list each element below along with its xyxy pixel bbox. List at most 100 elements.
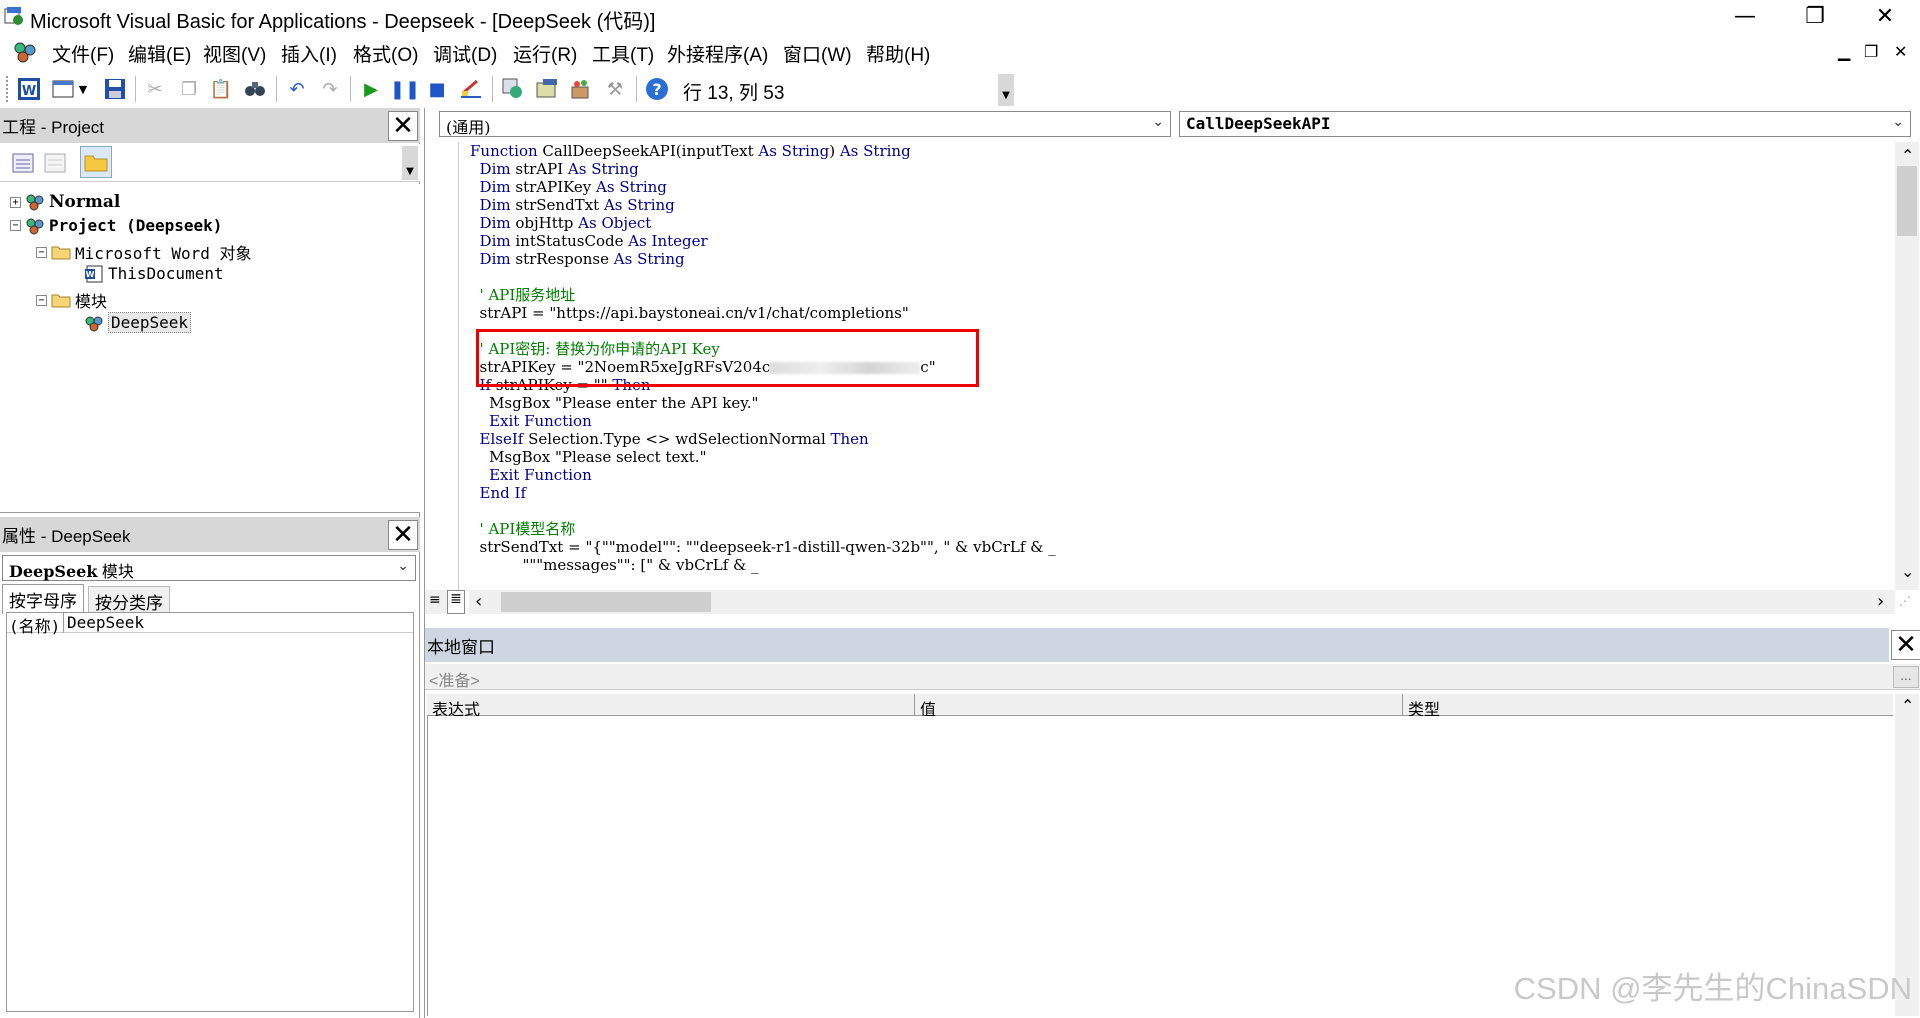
code-line[interactable]: """messages"": [" & vbCrLf & _ <box>470 556 1890 574</box>
break-icon[interactable]: ❚❚ <box>390 76 420 102</box>
expand-icon[interactable]: + <box>10 196 21 208</box>
code-line[interactable]: MsgBox "Please enter the API key." <box>470 394 1890 412</box>
view-object-icon[interactable] <box>42 150 68 176</box>
restore-button[interactable]: ❐ <box>1780 0 1850 34</box>
redo-icon[interactable]: ↷ <box>317 76 343 102</box>
properties-pane-close-button[interactable]: ✕ <box>388 520 418 550</box>
scroll-up-icon[interactable]: ⌃ <box>1901 146 1914 165</box>
code-line[interactable]: ' API模型名称 <box>470 520 1890 538</box>
resize-grip-icon[interactable]: ⋰ <box>1899 594 1911 608</box>
menu-format[interactable]: 格式(O) <box>353 40 418 67</box>
toolbox-icon[interactable]: ⚒ <box>602 76 628 102</box>
collapse-icon[interactable]: − <box>10 220 21 231</box>
toolbar-overflow-icon[interactable]: ▼ <box>998 74 1014 106</box>
tree-item-modules[interactable]: − 模块 <box>36 288 107 312</box>
code-line[interactable]: strAPI = "https://api.baystoneai.cn/v1/c… <box>470 304 1890 322</box>
view-code-icon[interactable] <box>10 150 36 176</box>
code-line[interactable] <box>470 502 1890 520</box>
paste-icon[interactable]: 📋 <box>208 76 234 102</box>
undo-icon[interactable]: ↶ <box>284 76 310 102</box>
tree-item-project[interactable]: − Project (Deepseek) <box>10 216 222 235</box>
word-document-icon[interactable] <box>12 40 38 64</box>
call-stack-button[interactable]: ... <box>1893 666 1919 688</box>
column-header-type[interactable]: 类型 <box>1403 694 1893 719</box>
code-line[interactable]: ElseIf Selection.Type <> wdSelectionNorm… <box>470 430 1890 448</box>
code-line[interactable]: Dim strAPIKey As String <box>470 178 1890 196</box>
code-line[interactable] <box>470 268 1890 286</box>
code-line[interactable]: Function CallDeepSeekAPI(inputText As St… <box>470 142 1890 160</box>
tree-item-thisdocument[interactable]: W ThisDocument <box>84 264 224 283</box>
toolbar-grip-icon[interactable] <box>6 76 10 102</box>
menu-view[interactable]: 视图(V) <box>203 40 266 67</box>
properties-object-select[interactable]: DeepSeek 模块 ⌄ <box>2 555 416 581</box>
code-line[interactable]: strSendTxt = "{""model"": ""deepseek-r1-… <box>470 538 1890 556</box>
mdi-restore-button[interactable]: ❐ <box>1864 42 1878 61</box>
dropdown-arrow-icon[interactable]: ▼ <box>76 76 90 102</box>
code-line[interactable]: Exit Function <box>470 466 1890 484</box>
find-icon[interactable] <box>242 76 268 102</box>
copy-icon[interactable]: ❐ <box>176 76 202 102</box>
property-row-name[interactable]: (名称) DeepSeek <box>7 613 413 636</box>
vba-app-icon[interactable] <box>3 5 25 27</box>
full-module-view-icon[interactable]: ≣ <box>447 590 465 614</box>
code-margin[interactable] <box>425 142 459 590</box>
menu-edit[interactable]: 编辑(E) <box>128 40 191 67</box>
procedure-select[interactable]: CallDeepSeekAPI ⌄ <box>1179 111 1911 137</box>
column-header-value[interactable]: 值 <box>915 694 1403 719</box>
minimize-button[interactable]: — <box>1710 0 1780 34</box>
scroll-thumb[interactable] <box>1897 166 1917 236</box>
code-line[interactable]: Dim strResponse As String <box>470 250 1890 268</box>
cut-icon[interactable]: ✂ <box>142 76 168 102</box>
menu-insert[interactable]: 插入(I) <box>281 40 337 67</box>
scroll-left-icon[interactable]: ‹ <box>475 591 482 612</box>
tab-alphabetic[interactable]: 按字母序 <box>2 584 84 614</box>
insert-userform-icon[interactable] <box>50 76 76 102</box>
properties-window-icon[interactable] <box>534 76 560 102</box>
menu-addins[interactable]: 外接程序(A) <box>667 40 768 67</box>
code-line[interactable]: End If <box>470 484 1890 502</box>
project-pane-close-button[interactable]: ✕ <box>388 111 418 141</box>
locals-window-close-button[interactable]: ✕ <box>1891 630 1920 660</box>
menu-help[interactable]: 帮助(H) <box>866 40 930 67</box>
property-name-value[interactable]: DeepSeek <box>67 613 144 632</box>
code-line[interactable]: Exit Function <box>470 412 1890 430</box>
save-icon[interactable] <box>102 76 128 102</box>
tree-item-deepseek[interactable]: DeepSeek <box>84 312 192 333</box>
tree-item-normal[interactable]: + Normal <box>10 192 120 212</box>
project-explorer-icon[interactable] <box>500 76 526 102</box>
design-mode-icon[interactable] <box>458 76 484 102</box>
code-line[interactable]: MsgBox "Please select text." <box>470 448 1890 466</box>
code-vertical-scrollbar[interactable]: ⌃ ⌄ <box>1895 142 1919 590</box>
scroll-up-icon[interactable]: ⌃ <box>1901 696 1914 715</box>
menu-tools[interactable]: 工具(T) <box>592 40 654 67</box>
scroll-right-icon[interactable]: › <box>1877 591 1884 612</box>
menu-run[interactable]: 运行(R) <box>513 40 577 67</box>
toggle-folders-icon[interactable] <box>80 146 112 178</box>
menu-debug[interactable]: 调试(D) <box>433 40 497 67</box>
collapse-icon[interactable]: − <box>36 294 47 306</box>
run-icon[interactable]: ▶ <box>358 76 384 102</box>
tree-item-word-objects[interactable]: − Microsoft Word 对象 <box>36 240 252 264</box>
code-line[interactable]: Dim strSendTxt As String <box>470 196 1890 214</box>
view-word-icon[interactable]: W <box>16 76 42 102</box>
procedure-view-icon[interactable]: ≡ <box>429 592 441 608</box>
help-icon[interactable]: ? <box>644 76 670 102</box>
code-line[interactable]: Dim intStatusCode As Integer <box>470 232 1890 250</box>
mdi-close-button[interactable]: ✕ <box>1894 42 1907 61</box>
collapse-icon[interactable]: − <box>36 246 47 258</box>
code-line[interactable]: Dim objHttp As Object <box>470 214 1890 232</box>
object-select[interactable]: (通用) ⌄ <box>439 111 1171 137</box>
close-button[interactable]: ✕ <box>1850 0 1920 34</box>
hscroll-thumb[interactable] <box>501 592 711 612</box>
reset-icon[interactable]: ■ <box>424 76 450 102</box>
project-toolbar-overflow-icon[interactable]: ▼ <box>402 146 418 180</box>
column-header-expression[interactable]: 表达式 <box>427 694 915 719</box>
mdi-minimize-button[interactable]: ▁ <box>1838 42 1850 61</box>
menu-file[interactable]: 文件(F) <box>52 40 114 67</box>
code-line[interactable]: Dim strAPI As String <box>470 160 1890 178</box>
menu-window[interactable]: 窗口(W) <box>783 40 852 67</box>
object-browser-icon[interactable] <box>568 76 594 102</box>
code-horizontal-scrollbar[interactable]: ‹ › <box>469 590 1895 614</box>
code-line[interactable]: ' API服务地址 <box>470 286 1890 304</box>
scroll-down-icon[interactable]: ⌄ <box>1901 562 1914 581</box>
